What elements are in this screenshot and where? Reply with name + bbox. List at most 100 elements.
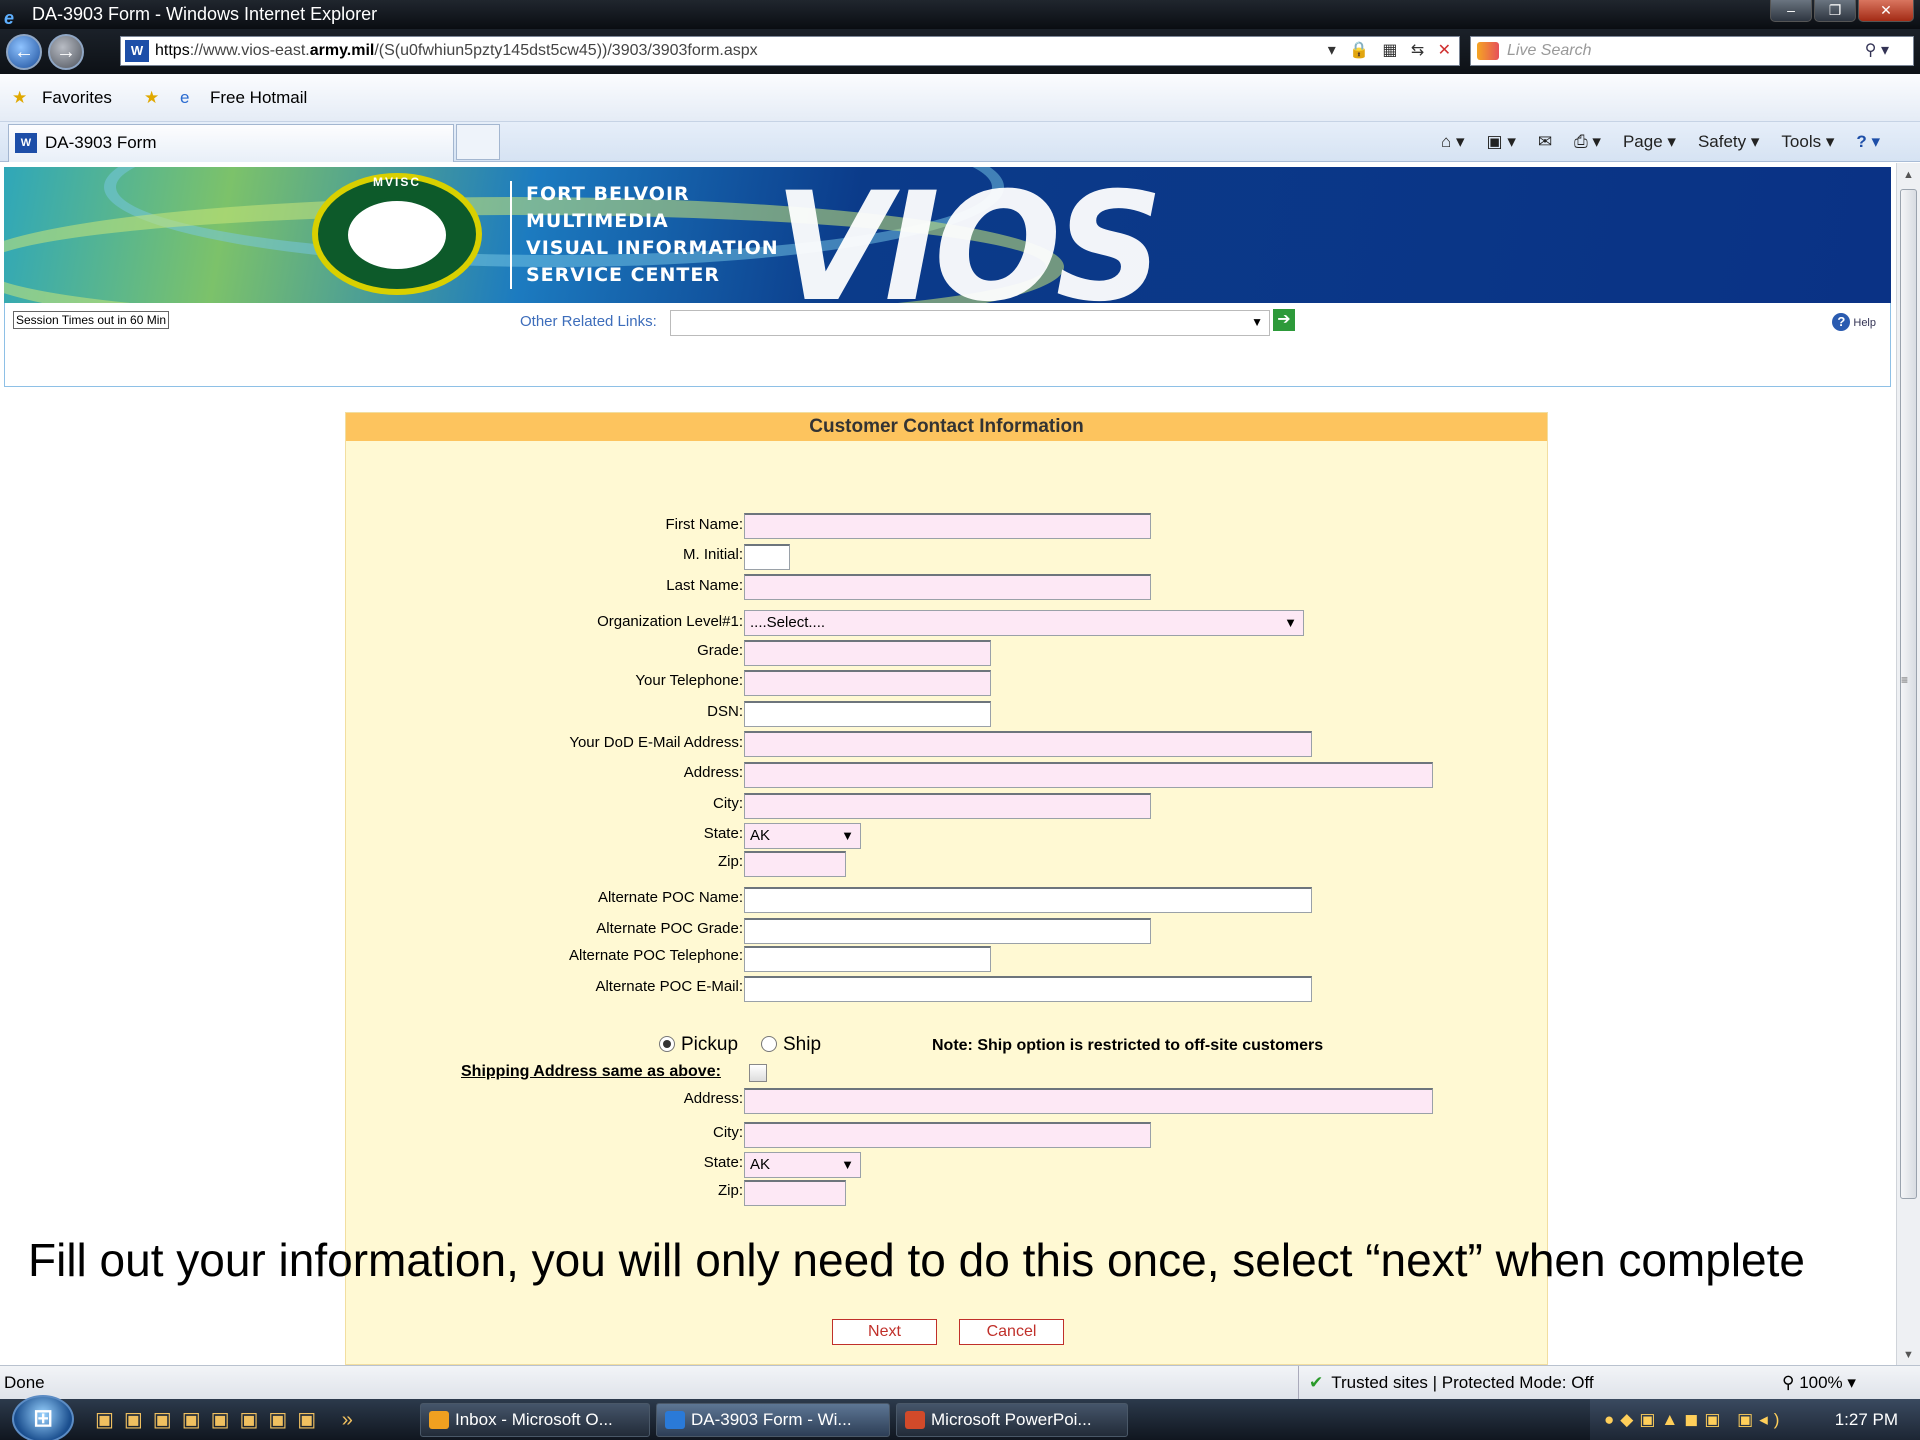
help-menu-icon[interactable]: ? ▾ [1856, 132, 1880, 152]
clock[interactable]: 1:27 PM [1835, 1399, 1898, 1440]
dropdown-arrow-icon[interactable]: ▾ [1328, 42, 1336, 59]
lock-icon[interactable]: 🔒 [1349, 42, 1369, 59]
go-arrow-button[interactable]: ➔ [1273, 309, 1295, 331]
page-menu[interactable]: Page ▾ [1623, 132, 1676, 152]
tray-icons[interactable]: ●◆▣▲◼▣ ▣◂) [1604, 1399, 1785, 1440]
page-menu-label: Page [1622, 132, 1663, 151]
session-timeout: Session Times out in 60 Min [13, 311, 170, 329]
restore-button[interactable]: ❐ [1814, 0, 1856, 22]
pickup-radio[interactable]: Pickup [659, 1034, 738, 1056]
next-button[interactable]: Next [832, 1319, 937, 1345]
vios-logo: VIOS [774, 167, 1163, 303]
scroll-thumb[interactable] [1900, 189, 1917, 1199]
tab-row: W DA-3903 Form ⌂ ▾ ▣ ▾ ✉ ⎙ ▾ Page ▾ Safe… [0, 122, 1920, 162]
taskbar-item-label: Microsoft PowerPoi... [931, 1410, 1092, 1429]
chevron-down-icon: ▼ [1284, 615, 1297, 630]
taskbar-item-ie[interactable]: DA-3903 Form - Wi... [656, 1403, 890, 1437]
zoom-level[interactable]: ⚲ 100% ▾ [1782, 1366, 1856, 1400]
same-as-above-label: Shipping Address same as above: [461, 1063, 721, 1080]
checkmark-icon: ✔ [1309, 1373, 1324, 1392]
telephone-field[interactable] [744, 670, 991, 696]
ship-zip-field[interactable] [744, 1180, 846, 1206]
alt-poc-telephone-field[interactable] [744, 946, 991, 972]
stop-icon[interactable]: ✕ [1438, 42, 1451, 59]
help-label: Help [1853, 317, 1876, 329]
quick-launch-icons[interactable]: ▣▣▣▣▣▣▣▣ » [95, 1407, 363, 1432]
search-placeholder: Live Search [1507, 42, 1592, 59]
ship-address-field[interactable] [744, 1088, 1433, 1114]
related-links-select[interactable]: ▼ [670, 310, 1270, 336]
alt-poc-name-field[interactable] [744, 887, 1312, 913]
add-favorite-icon[interactable]: ★ [144, 74, 159, 122]
city-field[interactable] [744, 793, 1151, 819]
m-initial-field[interactable] [744, 544, 790, 570]
address-field[interactable] [744, 762, 1433, 788]
banner-line: VISUAL INFORMATION [526, 237, 779, 259]
same-as-above-checkbox[interactable] [749, 1064, 767, 1082]
grade-label: Grade: [697, 642, 743, 659]
seal-text: MVISC [372, 175, 421, 189]
org-level-select[interactable]: ....Select.... ▼ [744, 610, 1304, 636]
scroll-up-icon[interactable]: ▲ [1903, 169, 1914, 181]
alt-poc-email-field[interactable] [744, 976, 1312, 1002]
print-icon[interactable]: ⎙ ▾ [1574, 132, 1601, 152]
first-name-field[interactable] [744, 513, 1151, 539]
email-label: Your DoD E-Mail Address: [569, 734, 743, 751]
org-level-value: ....Select.... [750, 614, 826, 631]
command-bar: ⌂ ▾ ▣ ▾ ✉ ⎙ ▾ Page ▾ Safety ▾ Tools ▾ ? … [1441, 122, 1880, 162]
ship-radio[interactable]: Ship [761, 1034, 821, 1056]
related-links-label: Other Related Links: [520, 313, 657, 330]
forward-button[interactable]: → [48, 34, 84, 70]
live-search-icon [1477, 42, 1499, 60]
zoom-value: 100% [1799, 1373, 1843, 1392]
radio-empty-icon [761, 1036, 777, 1052]
taskbar-item-inbox[interactable]: Inbox - Microsoft O... [420, 1403, 650, 1437]
help-link[interactable]: ? Help [1832, 313, 1876, 331]
email-field[interactable] [744, 731, 1312, 757]
chevron-down-icon: ▼ [841, 1157, 854, 1172]
help-icon: ? [1832, 313, 1851, 331]
city-label: City: [713, 795, 743, 812]
free-hotmail-link[interactable]: Free Hotmail [210, 74, 307, 122]
taskbar-item-powerpoint[interactable]: Microsoft PowerPoi... [896, 1403, 1128, 1437]
ship-label: Ship [783, 1034, 822, 1055]
security-zone[interactable]: ✔ Trusted sites | Protected Mode: Off [1298, 1366, 1594, 1400]
tools-menu[interactable]: Tools ▾ [1781, 132, 1834, 152]
grade-field[interactable] [744, 640, 991, 666]
search-input[interactable]: Live Search ⚲ ▾ [1470, 36, 1914, 66]
ship-state-select[interactable]: AK ▼ [744, 1152, 861, 1178]
telephone-label: Your Telephone: [635, 672, 743, 689]
minimize-button[interactable]: – [1770, 0, 1812, 22]
ship-address-label: Address: [683, 1090, 743, 1107]
compat-view-icon[interactable]: ▦ [1382, 42, 1397, 59]
vertical-scrollbar[interactable]: ▲ ≡ ▼ [1896, 163, 1920, 1365]
alt-poc-grade-field[interactable] [744, 918, 1151, 944]
page-icon: W [125, 40, 149, 62]
favorites-button[interactable]: Favorites [42, 74, 112, 122]
refresh-icon[interactable]: ⇆ [1411, 42, 1424, 59]
favorites-bar: ★ Favorites ★ e Free Hotmail [0, 74, 1920, 122]
url-prehost: ://www.vios-east. [189, 42, 310, 59]
ie-icon [665, 1411, 685, 1429]
cancel-button[interactable]: Cancel [959, 1319, 1064, 1345]
state-value: AK [750, 827, 771, 844]
feeds-icon[interactable]: ▣ ▾ [1487, 132, 1516, 152]
tab-da-3903[interactable]: W DA-3903 Form [8, 124, 454, 162]
new-tab-button[interactable] [456, 124, 500, 160]
state-select[interactable]: AK ▼ [744, 823, 861, 849]
last-name-field[interactable] [744, 574, 1151, 600]
ship-city-field[interactable] [744, 1122, 1151, 1148]
dsn-field[interactable] [744, 701, 991, 727]
scroll-down-icon[interactable]: ▼ [1903, 1349, 1914, 1361]
home-icon[interactable]: ⌂ ▾ [1441, 132, 1465, 152]
safety-menu[interactable]: Safety ▾ [1698, 132, 1759, 152]
close-window-button[interactable]: ✕ [1858, 0, 1914, 22]
back-button[interactable]: ← [6, 34, 42, 70]
zip-field[interactable] [744, 851, 846, 877]
address-label: Address: [683, 764, 743, 781]
address-bar[interactable]: Whttps://www.vios-east.army.mil/(S(u0fwh… [120, 36, 1460, 66]
mail-icon[interactable]: ✉ [1538, 132, 1552, 152]
search-icon[interactable]: ⚲ ▾ [1865, 37, 1889, 65]
start-button[interactable]: ⊞ [12, 1395, 74, 1440]
safety-menu-label: Safety [1697, 132, 1747, 151]
